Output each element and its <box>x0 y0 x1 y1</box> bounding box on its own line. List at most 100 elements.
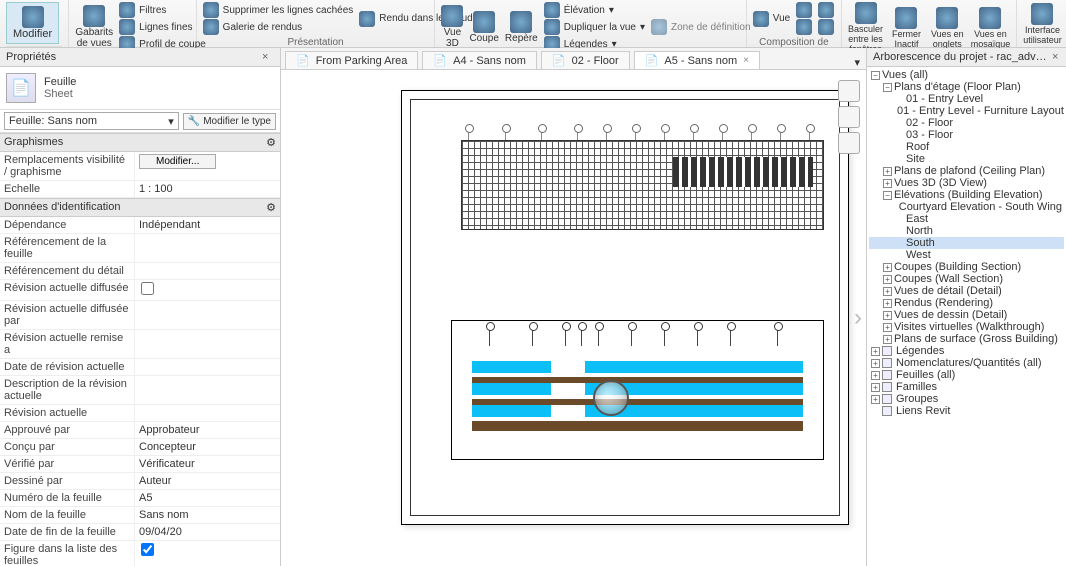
lignes-fines-button[interactable]: Lignes fines <box>119 19 206 35</box>
interface-button[interactable]: Interface utilisateur <box>1023 3 1062 45</box>
prop-ref-detail-value[interactable] <box>135 263 280 279</box>
tree-branch[interactable]: +Légendes <box>869 345 1064 357</box>
tree-leaf[interactable]: North <box>869 225 1064 237</box>
dupliquer-button[interactable]: Dupliquer la vue ▾ <box>544 19 645 35</box>
tree-toggle-icon[interactable]: + <box>883 275 892 284</box>
modifier-button[interactable]: Modifier <box>6 2 59 44</box>
tree-leaf[interactable]: Roof <box>869 141 1064 153</box>
tree-toggle-icon[interactable]: + <box>871 347 880 356</box>
tree-toggle-icon[interactable]: + <box>871 359 880 368</box>
tree-branch[interactable]: +Familles <box>869 381 1064 393</box>
view-tab[interactable]: 📄A5 - Sans nom× <box>634 51 760 69</box>
view-tab[interactable]: 📄From Parking Area <box>285 51 418 69</box>
tree-leaf[interactable]: Courtyard Elevation - South Wing <box>869 201 1064 213</box>
elevation-wireframe-view[interactable] <box>461 140 824 250</box>
rev-diffusee-checkbox[interactable] <box>141 282 154 295</box>
comp-btn1[interactable] <box>796 2 812 18</box>
prop-concu-value[interactable]: Concepteur <box>135 439 280 455</box>
tree-branch[interactable]: +Vues 3D (3D View) <box>869 177 1064 189</box>
comp-btn2[interactable] <box>796 19 812 35</box>
browser-close-icon[interactable]: × <box>1052 51 1060 63</box>
tree-toggle-icon[interactable]: + <box>883 179 892 188</box>
edit-type-button[interactable]: 🔧 Modifier le type <box>183 113 276 130</box>
tree-toggle-icon[interactable]: − <box>883 191 892 200</box>
prop-dessine-value[interactable]: Auteur <box>135 473 280 489</box>
vues-onglets-button[interactable]: Vues en onglets <box>930 7 965 49</box>
tree-branch[interactable]: −Plans d'étage (Floor Plan) <box>869 81 1064 93</box>
properties-close-icon[interactable]: × <box>262 51 274 63</box>
prop-remplacements-button[interactable]: Modifier... <box>139 154 216 169</box>
view-tab[interactable]: 📄A4 - Sans nom <box>422 51 536 69</box>
tabs-overflow-button[interactable]: ▾ <box>848 56 866 69</box>
prop-echelle-value[interactable]: 1 : 100 <box>135 181 280 197</box>
tree-leaf[interactable]: 01 - Entry Level - Furniture Layout <box>869 105 1064 117</box>
tree-toggle-icon[interactable]: + <box>871 395 880 404</box>
coupe-button[interactable]: Coupe <box>469 11 498 44</box>
view-tab[interactable]: 📄02 - Floor <box>541 51 630 69</box>
gabarits-button[interactable]: Gabarits de vues <box>75 5 113 49</box>
next-arrow-icon[interactable]: › <box>854 304 862 332</box>
tree-leaf[interactable]: Liens Revit <box>869 405 1064 417</box>
tree-branch[interactable]: +Visites virtuelles (Walkthrough) <box>869 321 1064 333</box>
tree-toggle-icon[interactable]: + <box>883 287 892 296</box>
tree-toggle-icon[interactable]: + <box>871 371 880 380</box>
prop-dependance-value[interactable]: Indépendant <box>135 217 280 233</box>
galerie-rendus-button[interactable]: Galerie de rendus <box>203 19 354 35</box>
prop-datefin-value[interactable]: 09/04/20 <box>135 524 280 540</box>
tree-branch[interactable]: +Plans de plafond (Ceiling Plan) <box>869 165 1064 177</box>
tree-toggle-icon[interactable]: + <box>883 263 892 272</box>
prop-approuve-value[interactable]: Approbateur <box>135 422 280 438</box>
zonedef-button[interactable]: Zone de définition <box>651 19 751 35</box>
tree-toggle-icon[interactable]: + <box>883 167 892 176</box>
basculer-button[interactable]: Basculer entre les fenêtres <box>848 2 883 54</box>
tab-close-icon[interactable]: × <box>743 55 749 66</box>
tree-branch[interactable]: +Coupes (Building Section) <box>869 261 1064 273</box>
instance-combo[interactable]: Feuille: Sans nom ▾ <box>4 112 179 130</box>
tree-leaf[interactable]: Site <box>869 153 1064 165</box>
nav-wheel-button[interactable] <box>838 132 860 154</box>
tree-toggle-icon[interactable]: − <box>883 83 892 92</box>
prop-ref-feuille-value[interactable] <box>135 234 280 262</box>
tree-branch[interactable]: +Vues de détail (Detail) <box>869 285 1064 297</box>
comp-btn3[interactable] <box>818 2 834 18</box>
prop-verifie-value[interactable]: Vérificateur <box>135 456 280 472</box>
comp-btn4[interactable] <box>818 19 834 35</box>
tree-toggle-icon[interactable]: + <box>883 335 892 344</box>
tree-branch[interactable]: −Elévations (Building Elevation) <box>869 189 1064 201</box>
tree-leaf[interactable]: 03 - Floor <box>869 129 1064 141</box>
elevation-button[interactable]: Élévation ▾ <box>544 2 645 18</box>
tree-branch[interactable]: +Rendus (Rendering) <box>869 297 1064 309</box>
tree-branch[interactable]: +Plans de surface (Gross Building) <box>869 333 1064 345</box>
vues-mosaique-button[interactable]: Vues en mosaïque <box>971 7 1011 49</box>
fermer-button[interactable]: Fermer Inactif <box>889 7 924 49</box>
tree-branch[interactable]: +Vues de dessin (Detail) <box>869 309 1064 321</box>
tree-leaf[interactable]: West <box>869 249 1064 261</box>
prop-rev-diffusee-value[interactable] <box>135 280 280 300</box>
tree-branch[interactable]: +Coupes (Wall Section) <box>869 273 1064 285</box>
nav-home-button[interactable] <box>838 80 860 102</box>
tree-leaf[interactable]: 01 - Entry Level <box>869 93 1064 105</box>
tree-leaf[interactable]: South <box>869 237 1064 249</box>
prop-nomfeuille-value[interactable]: Sans nom <box>135 507 280 523</box>
tree-branch[interactable]: +Groupes <box>869 393 1064 405</box>
tree-branch[interactable]: −Vues (all) <box>869 69 1064 81</box>
vue-button[interactable]: Vue <box>753 11 790 27</box>
figure-checkbox[interactable] <box>141 543 154 556</box>
filtres-button[interactable]: Filtres <box>119 2 206 18</box>
supprimer-lignes-button[interactable]: Supprimer les lignes cachées <box>203 2 354 18</box>
tree-branch[interactable]: +Nomenclatures/Quantités (all) <box>869 357 1064 369</box>
tree-toggle-icon[interactable]: − <box>871 71 880 80</box>
tree-toggle-icon[interactable]: + <box>883 311 892 320</box>
tree-leaf[interactable]: 02 - Floor <box>869 117 1064 129</box>
viewport[interactable]: › <box>281 70 866 566</box>
tree-toggle-icon[interactable]: + <box>871 383 880 392</box>
tree-leaf[interactable]: East <box>869 213 1064 225</box>
tree-toggle-icon[interactable]: + <box>883 299 892 308</box>
vue3d-button[interactable]: Vue 3D <box>441 5 463 49</box>
tree-branch[interactable]: +Feuilles (all) <box>869 369 1064 381</box>
tree-toggle-icon[interactable]: + <box>883 323 892 332</box>
nav-cube-button[interactable] <box>838 106 860 128</box>
prop-numfeuille-value[interactable]: A5 <box>135 490 280 506</box>
repere-button[interactable]: Repère <box>505 11 538 44</box>
elevation-rendered-view[interactable] <box>451 320 824 460</box>
